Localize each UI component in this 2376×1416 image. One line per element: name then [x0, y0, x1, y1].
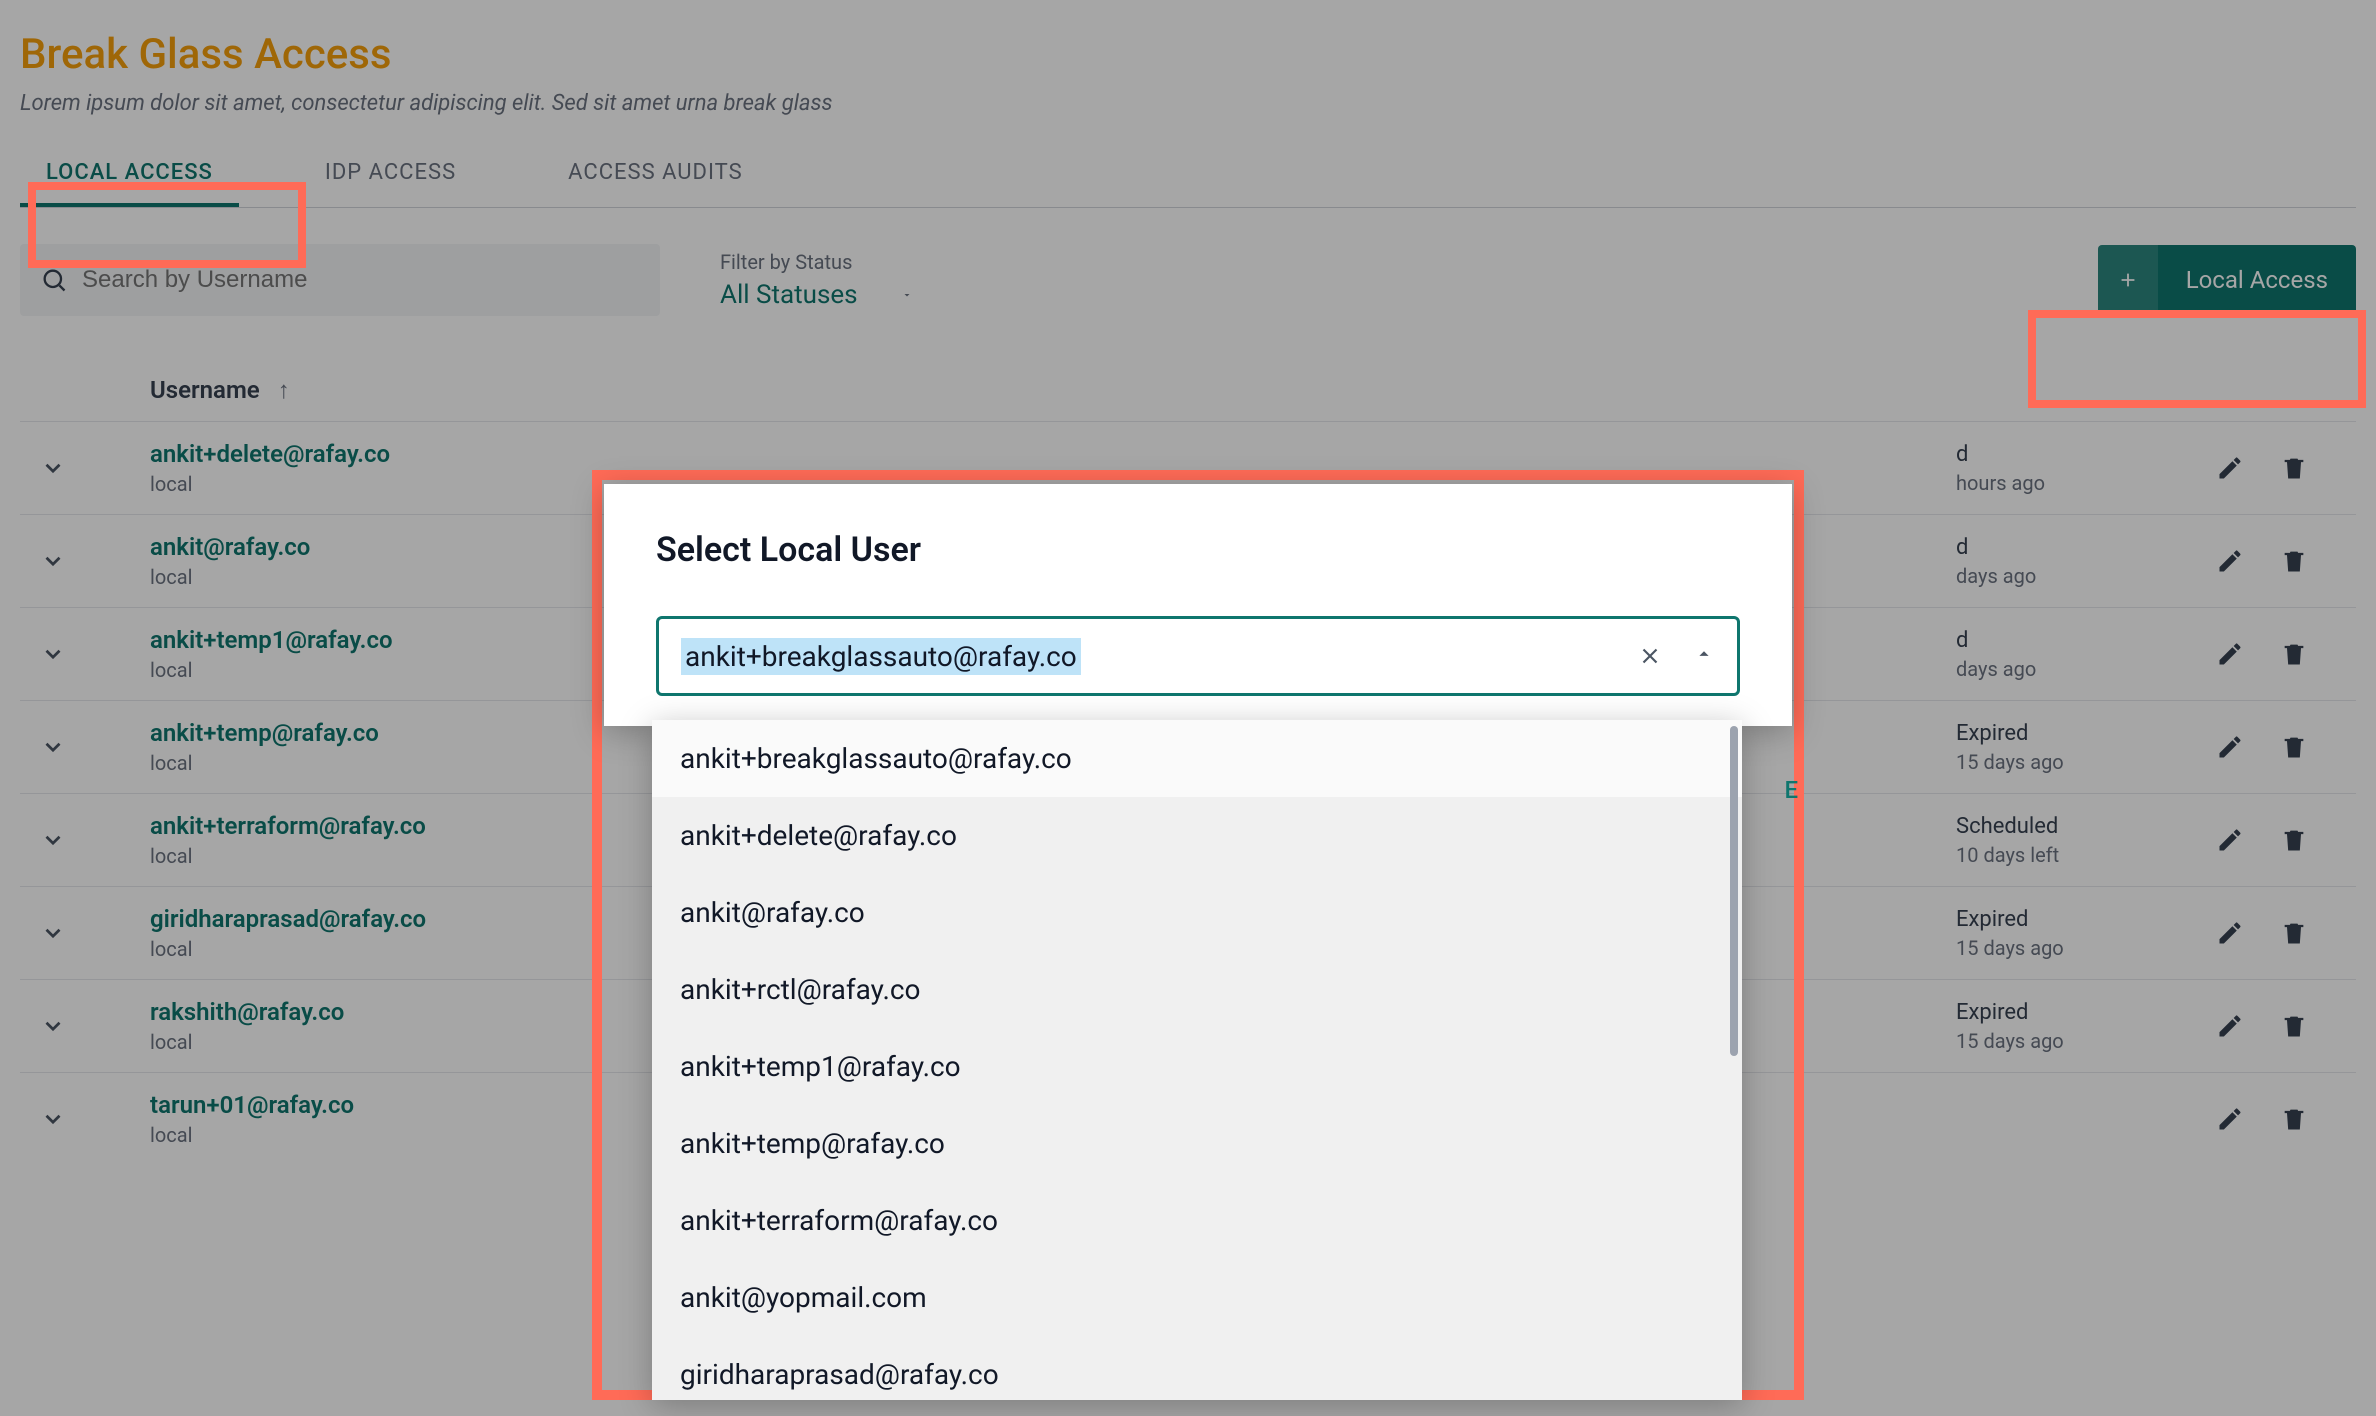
expand-row-icon[interactable] [40, 455, 150, 481]
caret-down-icon [898, 289, 916, 301]
user-option[interactable]: ankit+temp@rafay.co [652, 1105, 1742, 1182]
edit-icon[interactable] [2216, 547, 2244, 575]
delete-icon[interactable] [2280, 826, 2308, 854]
row-status: d days ago [1956, 535, 2216, 588]
user-options-list[interactable]: ankit+breakglassauto@rafay.coankit+delet… [652, 720, 1742, 1400]
row-status [1956, 1117, 2216, 1121]
expand-row-icon[interactable] [40, 734, 150, 760]
user-option[interactable]: ankit+temp1@rafay.co [652, 1028, 1742, 1105]
row-status: Expired 15 days ago [1956, 721, 2216, 774]
search-icon [40, 266, 68, 294]
filter-label: Filter by Status [720, 250, 916, 274]
user-option[interactable]: ankit+terraform@rafay.co [652, 1182, 1742, 1259]
col-username[interactable]: Username [150, 376, 260, 404]
expand-row-icon[interactable] [40, 920, 150, 946]
dialog-title: Select Local User [656, 530, 1740, 570]
page-title: Break Glass Access [20, 30, 2356, 79]
delete-icon[interactable] [2280, 640, 2308, 668]
sort-asc-icon: ↑ [278, 376, 290, 404]
tab-local-access[interactable]: LOCAL ACCESS [20, 142, 239, 207]
user-option[interactable]: ankit+delete@rafay.co [652, 797, 1742, 874]
add-button-label: Local Access [2158, 266, 2356, 294]
user-option[interactable]: ankit+breakglassauto@rafay.co [652, 720, 1742, 797]
filter-value[interactable]: All Statuses [720, 280, 916, 310]
delete-icon[interactable] [2280, 547, 2308, 575]
edit-icon[interactable] [2216, 1012, 2244, 1040]
row-status: d days ago [1956, 628, 2216, 681]
row-status: Expired 15 days ago [1956, 907, 2216, 960]
filter-value-text: All Statuses [720, 280, 858, 310]
tab-idp-access[interactable]: IDP ACCESS [299, 142, 482, 207]
edit-icon[interactable] [2216, 454, 2244, 482]
delete-icon[interactable] [2280, 1105, 2308, 1133]
continue-button-fragment[interactable]: E [1784, 776, 1798, 804]
select-local-user-dialog: Select Local User ankit+breakglassauto@r… [604, 484, 1792, 726]
delete-icon[interactable] [2280, 454, 2308, 482]
page-subtitle: Lorem ipsum dolor sit amet, consectetur … [20, 91, 2356, 116]
user-option[interactable]: giridharaprasad@rafay.co [652, 1336, 1742, 1400]
expand-row-icon[interactable] [40, 1013, 150, 1039]
add-local-access-button[interactable]: Local Access [2098, 245, 2356, 315]
edit-icon[interactable] [2216, 1105, 2244, 1133]
row-status: d hours ago [1956, 442, 2216, 495]
delete-icon[interactable] [2280, 1012, 2308, 1040]
expand-row-icon[interactable] [40, 1106, 150, 1132]
expand-row-icon[interactable] [40, 827, 150, 853]
user-option[interactable]: ankit@rafay.co [652, 874, 1742, 951]
search-box[interactable] [20, 244, 660, 316]
edit-icon[interactable] [2216, 640, 2244, 668]
user-option[interactable]: ankit+rctl@rafay.co [652, 951, 1742, 1028]
table-header: Username ↑ [20, 360, 2356, 421]
plus-icon [2098, 245, 2158, 315]
delete-icon[interactable] [2280, 919, 2308, 947]
expand-row-icon[interactable] [40, 641, 150, 667]
filter-by-status[interactable]: Filter by Status All Statuses [720, 250, 916, 310]
controls-bar: Filter by Status All Statuses Local Acce… [20, 244, 2356, 316]
user-option[interactable]: ankit@yopmail.com [652, 1259, 1742, 1336]
tabs: LOCAL ACCESS IDP ACCESS ACCESS AUDITS [20, 142, 2356, 208]
delete-icon[interactable] [2280, 733, 2308, 761]
expand-row-icon[interactable] [40, 548, 150, 574]
tab-access-audits[interactable]: ACCESS AUDITS [542, 142, 769, 207]
row-status: Scheduled 10 days left [1956, 814, 2216, 867]
user-combobox[interactable]: ankit+breakglassauto@rafay.co [656, 616, 1740, 696]
edit-icon[interactable] [2216, 826, 2244, 854]
caret-up-icon[interactable] [1693, 643, 1715, 669]
row-status: Expired 15 days ago [1956, 1000, 2216, 1053]
row-username[interactable]: ankit+delete@rafay.co [150, 440, 1536, 468]
clear-icon[interactable] [1637, 643, 1663, 669]
edit-icon[interactable] [2216, 919, 2244, 947]
options-scrollbar[interactable] [1730, 726, 1738, 1056]
combobox-selected-value: ankit+breakglassauto@rafay.co [681, 638, 1081, 675]
edit-icon[interactable] [2216, 733, 2244, 761]
search-input[interactable] [82, 266, 640, 294]
